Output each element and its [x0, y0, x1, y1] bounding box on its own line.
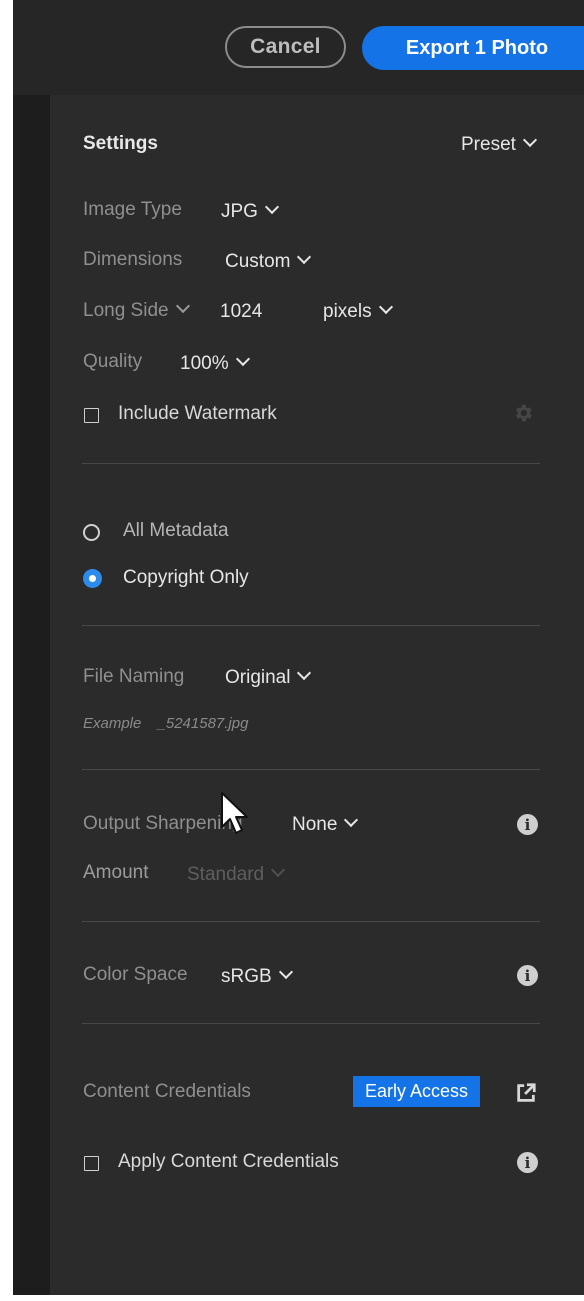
- watermark-checkbox[interactable]: [84, 408, 99, 423]
- example-label: Example: [83, 715, 142, 732]
- settings-title: Settings: [83, 133, 158, 154]
- early-access-badge: Early Access: [353, 1076, 481, 1107]
- settings-panel: Settings Preset Image Type JPG Dimension…: [50, 95, 584, 1295]
- divider: [82, 625, 540, 626]
- export-button[interactable]: Export 1 Photo: [362, 26, 584, 70]
- info-icon[interactable]: i: [517, 965, 538, 986]
- content-credentials-label: Content Credentials: [83, 1081, 251, 1102]
- chevron-down-icon: [378, 299, 393, 315]
- long-side-dropdown[interactable]: Long Side: [83, 298, 190, 322]
- sharpening-dropdown[interactable]: None: [292, 812, 359, 836]
- chevron-down-icon: [278, 964, 293, 980]
- chevron-down-icon: [297, 249, 312, 265]
- image-type-dropdown[interactable]: JPG: [221, 199, 280, 223]
- chevron-down-icon: [522, 132, 537, 148]
- file-naming-dropdown[interactable]: Original: [225, 665, 312, 689]
- chevron-down-icon: [175, 298, 190, 314]
- cancel-button[interactable]: Cancel: [225, 26, 346, 68]
- radio-all-metadata[interactable]: [83, 524, 100, 541]
- divider: [82, 921, 540, 922]
- divider: [82, 463, 540, 464]
- external-link-icon[interactable]: [515, 1082, 537, 1104]
- chevron-down-icon: [344, 812, 359, 828]
- unit-value: pixels: [323, 301, 372, 322]
- divider: [82, 769, 540, 770]
- watermark-label: Include Watermark: [118, 403, 277, 424]
- info-icon[interactable]: i: [517, 1152, 538, 1173]
- amount-value: Standard: [187, 864, 265, 885]
- preset-dropdown[interactable]: Preset: [461, 132, 537, 156]
- export-dialog: Cancel Export 1 Photo Settings Preset Im…: [13, 0, 584, 1295]
- preset-label: Preset: [461, 134, 516, 155]
- left-sidebar-strip: [13, 95, 50, 1295]
- amount-label: Amount: [83, 862, 149, 883]
- chevron-down-icon: [297, 665, 312, 681]
- unit-dropdown[interactable]: pixels: [323, 299, 393, 323]
- chevron-down-icon: [235, 351, 250, 367]
- apply-credentials-label: Apply Content Credentials: [118, 1151, 339, 1172]
- image-type-value: JPG: [221, 201, 258, 222]
- top-bar: Cancel Export 1 Photo: [13, 0, 584, 95]
- all-metadata-label: All Metadata: [123, 520, 229, 541]
- quality-label: Quality: [83, 351, 143, 372]
- divider: [82, 1023, 540, 1024]
- dimensions-dropdown[interactable]: Custom: [225, 249, 312, 273]
- color-space-value: sRGB: [221, 966, 272, 987]
- long-side-label: Long Side: [83, 300, 169, 321]
- dimensions-value: Custom: [225, 251, 291, 272]
- radio-copyright-only[interactable]: [83, 569, 102, 588]
- file-naming-label: File Naming: [83, 666, 185, 687]
- long-side-input[interactable]: 1024: [220, 301, 262, 323]
- quality-dropdown[interactable]: 100%: [180, 351, 250, 375]
- chevron-down-icon: [271, 862, 286, 878]
- color-space-label: Color Space: [83, 964, 188, 985]
- apply-credentials-checkbox[interactable]: [84, 1156, 99, 1171]
- quality-value: 100%: [180, 353, 229, 374]
- dimensions-label: Dimensions: [83, 249, 183, 270]
- gear-icon[interactable]: [512, 402, 534, 424]
- chevron-down-icon: [264, 199, 280, 215]
- output-sharpening-label: Output Sharpening: [83, 813, 243, 834]
- copyright-only-label: Copyright Only: [123, 567, 249, 588]
- example-value: _5241587.jpg: [157, 715, 249, 732]
- file-naming-value: Original: [225, 667, 291, 688]
- mouse-cursor-icon: [221, 792, 248, 834]
- file-naming-example: Example _5241587.jpg: [83, 715, 248, 732]
- image-type-label: Image Type: [83, 199, 182, 220]
- info-icon[interactable]: i: [517, 814, 538, 835]
- color-space-dropdown[interactable]: sRGB: [221, 964, 293, 988]
- amount-dropdown[interactable]: Standard: [187, 862, 286, 886]
- sharpening-value: None: [292, 814, 338, 835]
